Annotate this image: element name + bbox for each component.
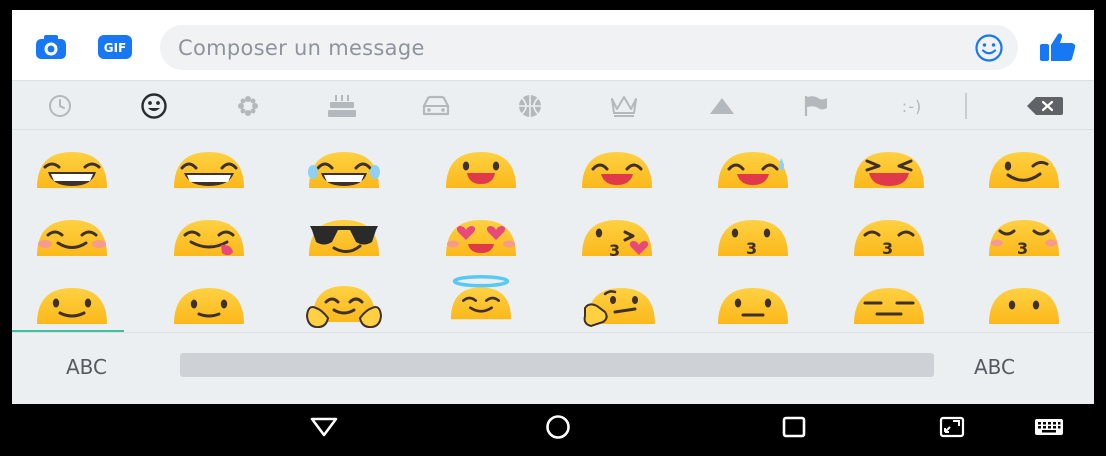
car-icon [422,95,450,116]
category-food[interactable] [315,81,369,131]
emoji-sweat-smile[interactable] [713,146,793,192]
emoji-laughing[interactable] [849,146,929,192]
emoji-joy[interactable] [304,146,384,192]
emoji-wink[interactable] [984,146,1064,192]
category-travel[interactable] [409,81,463,131]
backspace-icon [1027,97,1063,115]
camera-icon[interactable] [34,32,68,62]
emoji-kissing-heart[interactable]: 3 [577,214,657,260]
message-input[interactable]: Composer un message [160,25,1018,70]
emoji-no-mouth[interactable] [984,282,1064,328]
category-recent[interactable] [33,81,87,131]
recents-square-icon[interactable] [776,412,812,442]
emoji-grid: 3 3 3 3 [12,130,1094,344]
svg-text:3: 3 [1017,239,1028,258]
emoji-grinning[interactable] [32,146,112,192]
app-frame: GIF Composer un message:-) 3 3 3 3 ABC … [12,10,1094,450]
emoji-grin[interactable] [169,146,249,192]
spacebar[interactable] [180,353,934,377]
category-nature[interactable] [221,81,275,131]
svg-text:3: 3 [882,239,893,258]
keyboard-bottom-row: ABC ABC [12,332,1094,404]
abc-right-button[interactable]: ABC [974,355,1015,379]
backspace-button[interactable] [1015,81,1075,131]
emoji-kissing[interactable]: 3 [713,214,793,260]
thumbs-up-icon[interactable] [1036,30,1080,64]
gif-button[interactable]: GIF [98,34,132,60]
svg-text:3: 3 [746,239,757,258]
category-divider [965,93,967,119]
compose-bar: GIF Composer un message [12,10,1094,80]
abc-left-button[interactable]: ABC [66,355,107,379]
ball-icon [519,95,541,117]
cake-icon [328,95,356,117]
emoji-smile[interactable] [577,146,657,192]
category-objects[interactable] [597,81,651,131]
smiley-icon[interactable] [970,30,1008,66]
emoji-kissing-closed-eyes[interactable]: 3 [984,214,1064,260]
category-emoticons[interactable]: :-) [880,81,944,131]
category-flags[interactable] [789,81,843,131]
crown-icon [611,96,637,117]
emoticon-text: :-) [901,96,923,116]
screen-resize-icon[interactable] [934,412,970,442]
navigation-bar [12,404,1094,450]
home-circle-icon[interactable] [540,412,576,442]
keyboard-icon[interactable] [1029,412,1069,442]
category-symbols[interactable] [695,81,749,131]
svg-text:3: 3 [609,241,620,260]
emoji-heart-eyes[interactable] [441,214,521,260]
emoji-hugging[interactable] [304,282,384,328]
emoji-category-bar: :-) [12,80,1094,130]
emoji-slightly-smiling-2[interactable] [169,282,249,328]
smiley-icon [141,93,167,119]
flower-icon [238,96,258,116]
emoji-smiley[interactable] [441,146,521,192]
emoji-yum[interactable] [169,214,249,260]
emoji-thinking[interactable] [577,282,657,328]
emoji-expressionless[interactable] [849,282,929,328]
category-activities[interactable] [503,81,557,131]
emoji-slightly-smiling[interactable] [32,282,112,328]
emoji-innocent[interactable] [441,275,521,321]
emoji-blush[interactable] [32,214,112,260]
triangle-icon [710,98,734,114]
message-placeholder: Composer un message [178,36,425,60]
flag-icon [804,96,827,116]
clock-icon [49,95,71,117]
emoji-sunglasses[interactable] [304,214,384,260]
category-smileys[interactable] [127,81,181,131]
emoji-neutral[interactable] [713,282,793,328]
back-triangle-icon[interactable] [306,412,342,442]
emoji-kissing-smiling-eyes[interactable]: 3 [849,214,929,260]
gif-label: GIF [104,41,127,55]
